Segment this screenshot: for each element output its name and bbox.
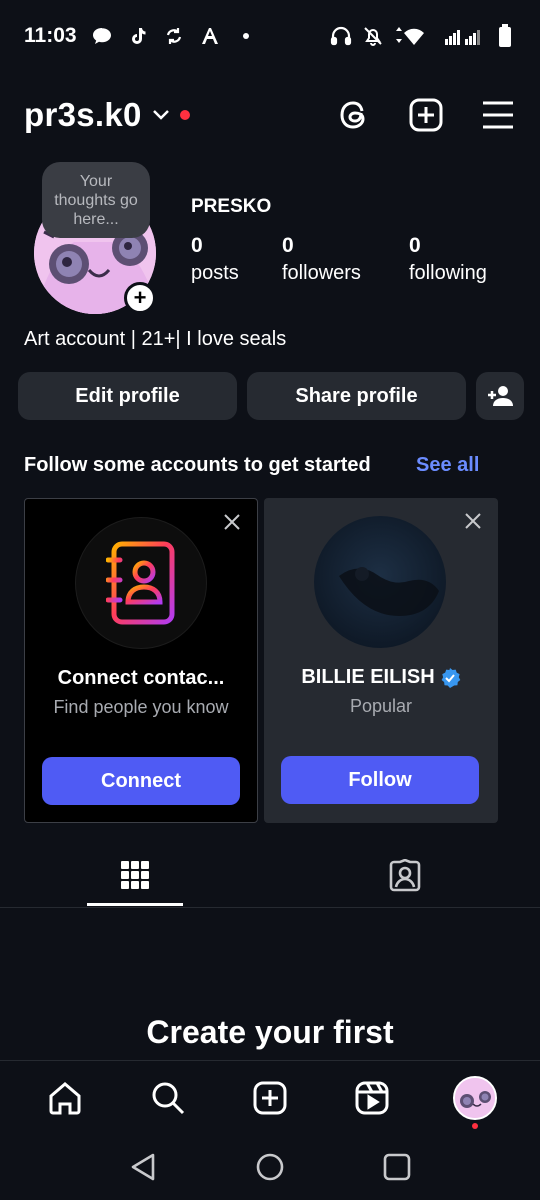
home-icon[interactable]	[43, 1076, 87, 1120]
close-icon[interactable]	[221, 511, 243, 533]
dot-icon	[235, 25, 257, 47]
profile-bio: Art account | 21+| I love seals	[24, 328, 287, 350]
menu-icon[interactable]	[480, 97, 516, 133]
home-button-icon[interactable]	[254, 1151, 286, 1183]
threads-icon[interactable]	[336, 97, 372, 133]
grid-icon	[120, 860, 150, 890]
add-story-icon[interactable]: +	[124, 282, 156, 314]
notification-dot	[179, 110, 190, 120]
close-icon[interactable]	[462, 510, 484, 532]
tab-posts-grid[interactable]	[87, 846, 183, 906]
suggestion-subtitle: Popular	[349, 696, 413, 716]
status-time: 11:03	[24, 24, 77, 47]
battery-icon	[494, 24, 516, 47]
font-a-icon	[199, 25, 221, 47]
wifi-icon	[394, 25, 434, 47]
suggestion-name: Connect contac...	[25, 667, 257, 690]
suggestion-card-contacts[interactable]: Connect contac... Find people you know C…	[24, 498, 258, 823]
username[interactable]: pr3s.k0	[24, 96, 142, 134]
tab-tagged[interactable]	[357, 846, 453, 906]
profile-nav[interactable]	[452, 1075, 497, 1129]
discover-people-button[interactable]	[476, 372, 524, 420]
back-icon[interactable]	[127, 1151, 159, 1183]
recents-icon[interactable]	[381, 1151, 413, 1183]
stat-posts-count: 0	[191, 234, 203, 257]
see-all-link[interactable]: See all	[416, 454, 479, 477]
empty-state-title: Create your first	[146, 1014, 394, 1050]
stat-posts[interactable]: 0 posts	[191, 234, 282, 285]
connect-button[interactable]: Connect	[42, 757, 240, 805]
profile-tabs	[0, 846, 540, 908]
stat-posts-label: posts	[191, 262, 239, 284]
chat-bubble-icon	[91, 25, 113, 47]
suggestions-title: Follow some accounts to get started	[24, 454, 371, 476]
bottom-navigation	[0, 1060, 540, 1134]
contacts-book-icon	[75, 517, 207, 649]
suggestion-card-billie[interactable]: BILLIE EILISH Popular Follow	[264, 498, 498, 823]
stat-following[interactable]: 0 following	[409, 234, 487, 285]
signal-icon	[444, 25, 484, 47]
follow-button[interactable]: Follow	[281, 756, 479, 804]
tiktok-icon	[127, 25, 149, 47]
stat-following-label: following	[409, 262, 487, 284]
notification-dot	[471, 1122, 478, 1129]
search-icon[interactable]	[146, 1076, 190, 1120]
bell-off-icon	[362, 25, 384, 47]
suggestion-subtitle: Find people you know	[53, 697, 229, 717]
headphones-icon	[330, 25, 352, 47]
create-post-icon[interactable]	[408, 97, 444, 133]
suggestion-avatar[interactable]	[314, 516, 446, 648]
stat-following-count: 0	[409, 234, 421, 257]
create-icon[interactable]	[248, 1076, 292, 1120]
verified-badge-icon	[439, 667, 461, 689]
status-bar: 11:03	[0, 0, 540, 72]
add-person-icon	[487, 385, 513, 407]
sync-icon	[163, 25, 185, 47]
thought-bubble[interactable]: Your thoughts go here...	[42, 162, 150, 238]
profile-actions: Edit profile Share profile	[18, 372, 524, 420]
profile-avatar	[452, 1075, 497, 1120]
profile-stats: 0 posts 0 followers 0 following	[191, 234, 487, 285]
tagged-icon	[388, 859, 422, 893]
stat-followers-label: followers	[282, 262, 361, 284]
profile-header: pr3s.k0	[24, 88, 516, 142]
stat-followers[interactable]: 0 followers	[282, 234, 409, 285]
suggestion-name-text: Connect contac...	[57, 667, 225, 689]
reels-icon[interactable]	[350, 1076, 394, 1120]
edit-profile-button[interactable]: Edit profile	[18, 372, 237, 420]
stat-followers-count: 0	[282, 234, 294, 257]
share-profile-button[interactable]: Share profile	[247, 372, 466, 420]
suggestion-name-text: BILLIE EILISH	[301, 666, 435, 688]
system-navigation	[0, 1134, 540, 1200]
suggestion-name: BILLIE EILISH	[264, 666, 498, 689]
display-name: PRESKO	[191, 196, 272, 217]
chevron-down-icon[interactable]	[152, 109, 170, 121]
